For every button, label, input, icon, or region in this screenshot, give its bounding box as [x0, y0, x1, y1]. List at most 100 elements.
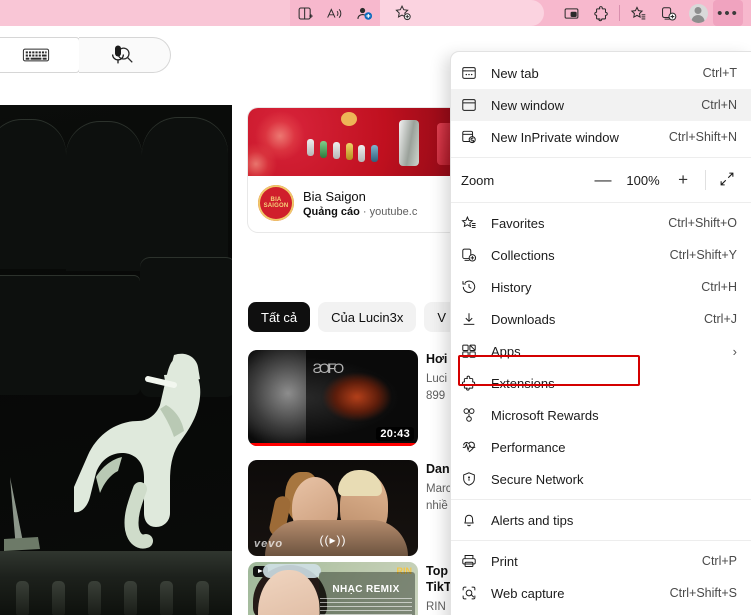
menu-item-secure-network[interactable]: Secure Network [451, 463, 751, 495]
fullscreen-icon[interactable] [714, 171, 739, 190]
video-list-item[interactable]: ƧOIFO 20:43 Hơi Luci 899 [248, 350, 460, 446]
browser-toolbar: ••• [0, 0, 751, 26]
menu-label: Downloads [491, 311, 556, 327]
keyboard-input-button[interactable] [0, 37, 80, 73]
keyboard-icon [22, 48, 50, 62]
rewards-icon [461, 407, 491, 423]
menu-label: Performance [491, 439, 566, 455]
zoom-in-button[interactable]: + [667, 170, 699, 190]
menu-shortcut: Ctrl+Shift+N [668, 130, 737, 144]
downloads-icon [461, 311, 491, 327]
menu-divider [451, 157, 751, 158]
ad-card[interactable]: BIA SAIGON Bia Saigon Quảng cáo · youtub… [248, 108, 460, 232]
toolbar-left-spacer [0, 0, 290, 26]
filter-chip-from-channel[interactable]: Của Lucin3x [318, 302, 417, 332]
menu-item-print[interactable]: Print Ctrl+P [451, 545, 751, 577]
video-player[interactable] [0, 105, 232, 615]
collections-icon [461, 247, 491, 263]
menu-item-downloads[interactable]: Downloads Ctrl+J [451, 303, 751, 335]
menu-shortcut: Ctrl+T [702, 66, 737, 80]
menu-item-favorites[interactable]: Favorites Ctrl+Shift+O [451, 207, 751, 239]
filter-chip-all[interactable]: Tất cả [248, 302, 311, 332]
menu-shortcut: Ctrl+N [701, 98, 737, 112]
history-icon [461, 279, 491, 295]
menu-divider [451, 540, 751, 541]
extensions-icon[interactable] [586, 1, 616, 25]
bell-icon [461, 512, 491, 528]
menu-item-alerts-and-tips[interactable]: Alerts and tips [451, 504, 751, 536]
voice-search-button[interactable] [110, 44, 126, 71]
new-window-icon [461, 97, 491, 113]
split-screen-icon[interactable] [290, 1, 320, 25]
ad-domain: youtube.c [369, 205, 418, 218]
video-list-item[interactable]: RIN NHẠC REMIX 1:10:50 Top TikT RIN 1,6 … [248, 562, 460, 615]
balustrade-post [88, 581, 101, 615]
toolbar-divider [619, 5, 620, 21]
menu-item-new-window[interactable]: New window Ctrl+N [451, 89, 751, 121]
performance-icon [461, 439, 491, 455]
favorites-icon[interactable] [623, 1, 653, 25]
menu-label: Web capture [491, 585, 565, 601]
read-aloud-icon[interactable] [320, 1, 350, 25]
menu-item-apps[interactable]: Apps › [451, 335, 751, 367]
add-profile-icon[interactable] [350, 1, 380, 25]
now-playing-icon: ((▸)) [319, 533, 347, 547]
picture-in-picture-icon[interactable] [556, 1, 586, 25]
ad-separator: · [362, 205, 367, 218]
video-title: Dan [426, 462, 450, 476]
video-thumbnail[interactable]: ƧOIFO 20:43 [248, 350, 418, 446]
video-thumbnail[interactable]: RIN NHẠC REMIX 1:10:50 [248, 562, 418, 615]
ad-channel-logo: BIA SAIGON [258, 185, 294, 221]
vevo-badge: vevo [254, 538, 284, 550]
menu-item-web-select[interactable]: Web select Ctrl+Shift+X [451, 609, 751, 615]
video-list-item[interactable]: vevo ((▸)) Dan Marc nhiề [248, 460, 460, 556]
apps-icon [461, 343, 491, 359]
menu-label: Apps [491, 343, 521, 359]
spire-ornament [4, 477, 40, 551]
thumbnail-tracklist-lines [320, 598, 412, 615]
video-title-line2: TikT [426, 580, 452, 594]
menu-shortcut: Ctrl+Shift+Y [669, 248, 737, 262]
add-favorite-icon[interactable] [388, 1, 418, 25]
menu-item-extensions[interactable]: Extensions [451, 367, 751, 399]
menu-item-web-capture[interactable]: Web capture Ctrl+Shift+S [451, 577, 751, 609]
collections-icon[interactable] [653, 1, 683, 25]
menu-item-microsoft-rewards[interactable]: Microsoft Rewards [451, 399, 751, 431]
menu-shortcut: Ctrl+J [704, 312, 737, 326]
menu-divider [451, 202, 751, 203]
new-tab-icon [461, 65, 491, 81]
menu-item-collections[interactable]: Collections Ctrl+Shift+Y [451, 239, 751, 271]
ad-channel-name: Bia Saigon [303, 188, 366, 204]
video-channel: RIN [426, 601, 446, 613]
menu-item-history[interactable]: History Ctrl+H [451, 271, 751, 303]
zoom-divider [705, 170, 707, 190]
settings-and-more-button[interactable]: ••• [713, 0, 743, 26]
video-thumbnail[interactable]: vevo ((▸)) [248, 460, 418, 556]
print-icon [461, 553, 491, 569]
building-block [142, 117, 228, 275]
profile-avatar[interactable] [683, 1, 713, 25]
zoom-out-button[interactable]: — [587, 170, 619, 190]
extensions-icon [461, 375, 491, 391]
thumbnail-overlay-title: NHẠC REMIX [332, 584, 400, 595]
menu-item-new-tab[interactable]: New tab Ctrl+T [451, 57, 751, 89]
video-channel: Marc [426, 483, 452, 495]
menu-divider [451, 499, 751, 500]
horse-sculpture [74, 353, 201, 549]
video-channel: Luci [426, 373, 448, 385]
menu-label: New InPrivate window [491, 129, 619, 145]
menu-item-new-inprivate-window[interactable]: New InPrivate window Ctrl+Shift+N [451, 121, 751, 153]
menu-label: Favorites [491, 215, 545, 231]
thumbnail-scrawl-text: ƧOIFO [312, 359, 345, 376]
settings-and-more-menu: New tab Ctrl+T New window Ctrl+N New InP… [451, 52, 751, 615]
address-bar-trailing [380, 0, 544, 26]
ad-banner-image [248, 108, 460, 176]
thumbnail-glow [322, 373, 391, 422]
balustrade-post [160, 581, 173, 615]
video-title: Hơi [426, 352, 448, 366]
menu-item-performance[interactable]: Performance [451, 431, 751, 463]
menu-shortcut: Ctrl+Shift+S [669, 586, 737, 600]
youtube-results-column: BIA SAIGON Bia Saigon Quảng cáo · youtub… [232, 26, 460, 615]
microphone-icon [111, 45, 125, 64]
chevron-right-icon: › [732, 343, 737, 359]
